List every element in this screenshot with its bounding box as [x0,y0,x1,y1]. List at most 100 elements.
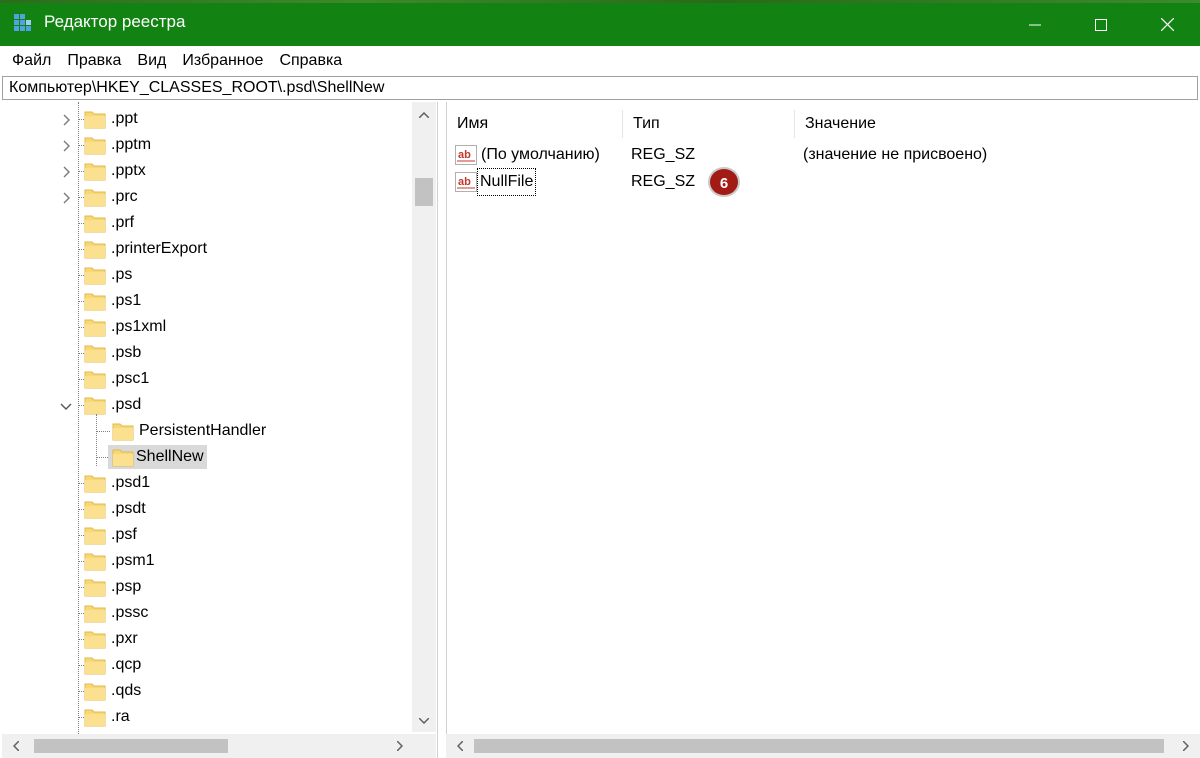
menu-file[interactable]: Файл [4,46,59,75]
chevron-left-icon [13,741,19,751]
tree-item[interactable]: .psm1 [108,549,158,573]
tree-item[interactable]: .psdt [108,497,149,521]
tree-horizontal-scrollbar[interactable] [2,734,412,758]
tree-item[interactable]: .psp [108,575,144,599]
folder-icon [84,577,106,597]
title-bar: Редактор реестра [0,0,1200,46]
folder-icon [84,161,106,181]
folder-icon [84,343,106,363]
value-row[interactable]: ab NullFile REG_SZ [447,168,1200,196]
minimize-button[interactable] [1002,3,1068,46]
menu-help[interactable]: Справка [271,46,350,75]
value-name: NullFile [476,168,537,196]
tree-scroll-thumb[interactable] [415,178,433,206]
window-title: Редактор реестра [44,12,186,31]
scroll-right-button[interactable] [388,735,412,757]
tree-item[interactable]: .pptm [108,133,154,157]
step-badge: 6 [708,167,740,197]
scroll-up-button[interactable] [412,104,436,126]
scroll-left-button[interactable] [448,735,472,757]
list-horizontal-scrollbar[interactable] [446,734,1200,758]
tree-item[interactable]: .pptx [108,159,149,183]
close-button[interactable] [1134,3,1200,46]
menu-view[interactable]: Вид [129,46,174,75]
menu-favorites[interactable]: Избранное [174,46,271,75]
chevron-right-icon[interactable] [60,139,72,152]
folder-icon [84,291,106,311]
values-list: Имя Тип Значение ab (По умолчанию) REG_S… [446,102,1200,734]
pane-splitter[interactable] [438,102,446,758]
menu-edit[interactable]: Правка [59,46,129,75]
folder-icon [84,707,106,727]
chevron-right-icon [1183,741,1189,751]
folder-icon [84,369,106,389]
tree-item[interactable]: .pxr [108,627,141,651]
chevron-right-icon[interactable] [60,113,72,126]
tree-item[interactable]: PersistentHandler [136,419,269,443]
tree-guide-line [96,431,110,432]
chevron-right-icon[interactable] [60,165,72,178]
chevron-down-icon [419,718,429,724]
folder-icon [84,525,106,545]
value-type: REG_SZ [631,146,696,163]
tree-item[interactable]: .psd1 [108,471,153,495]
scroll-right-button[interactable] [1174,735,1198,757]
folder-icon [84,499,106,519]
svg-text:ab: ab [458,176,471,188]
tree-hscroll-thumb[interactable] [34,739,228,753]
tree-item[interactable]: .prc [108,185,141,209]
folder-icon [112,421,134,441]
scroll-left-button[interactable] [4,735,28,757]
scroll-corner [412,734,436,758]
registry-editor-icon [14,14,32,32]
tree-item[interactable]: .ppt [108,107,141,131]
folder-icon [84,109,106,129]
column-header-name[interactable]: Имя [447,110,623,138]
tree-item[interactable]: .psd [108,393,144,417]
tree-item[interactable]: .psb [108,341,144,365]
folder-icon [84,239,106,259]
tree-vertical-scrollbar[interactable] [412,102,436,732]
folder-icon [84,681,106,701]
maximize-button[interactable] [1068,3,1134,46]
minimize-icon [1029,24,1041,25]
value-name: (По умолчанию) [481,146,600,163]
folder-icon [84,135,106,155]
tree-item[interactable]: .qcp [108,653,144,677]
tree-item[interactable]: .ra [108,705,133,729]
tree-item[interactable]: .ps [108,263,135,287]
maximize-icon [1095,18,1107,31]
chevron-left-icon [457,741,463,751]
tree-item[interactable]: .psc1 [108,367,152,391]
tree-item[interactable]: .qds [108,679,144,703]
tree-item[interactable]: .ps1 [108,289,144,313]
folder-icon [84,473,106,493]
tree-item[interactable]: .psf [108,523,140,547]
close-icon [1160,18,1174,31]
chevron-up-icon [419,112,429,118]
value-type: REG_SZ [631,173,696,190]
tree-item[interactable]: .prf [108,211,137,235]
tree-item[interactable]: .ps1xml [108,315,169,339]
column-header-type[interactable]: Тип [623,110,795,138]
folder-icon [84,551,106,571]
tree-item[interactable]: .pssc [108,601,151,625]
tree-item[interactable]: .printerExport [108,237,210,261]
tree-guide-line [78,102,79,758]
string-value-icon: ab [455,145,477,165]
scroll-down-button[interactable] [412,710,436,732]
string-value-icon: ab [455,172,477,192]
folder-icon [84,655,106,675]
value-data: (значение не присвоено) [803,146,988,163]
chevron-right-icon[interactable] [60,191,72,204]
column-header-value[interactable]: Значение [795,110,1200,138]
list-hscroll-thumb[interactable] [474,739,1164,753]
tree-guide-line [96,414,97,466]
chevron-down-icon[interactable] [60,399,72,411]
folder-icon [84,317,106,337]
svg-text:ab: ab [458,149,471,161]
value-row[interactable]: ab (По умолчанию) REG_SZ (значение не пр… [447,142,1200,168]
address-bar[interactable]: Компьютер\HKEY_CLASSES_ROOT\.psd\ShellNe… [2,76,1198,100]
folder-icon [84,265,106,285]
key-tree: .ppt .pptm .pptx .prc .prf .printerExport .ps.… [2,102,438,758]
